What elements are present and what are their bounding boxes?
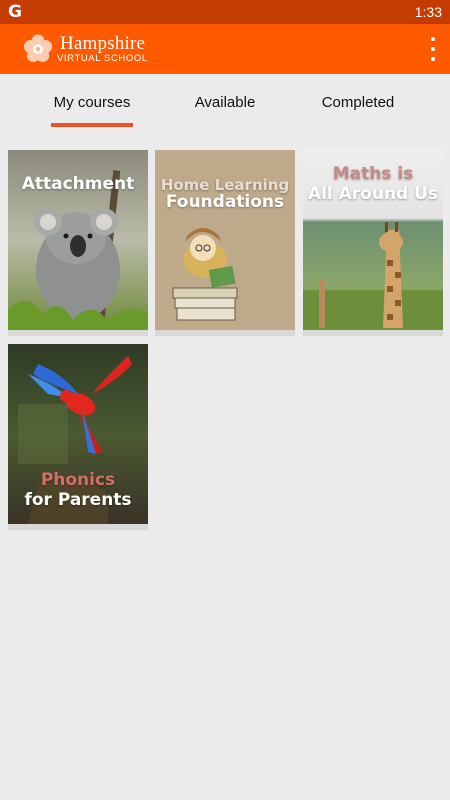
course-title-line1: Maths is	[332, 164, 414, 184]
course-title-line2: All Around Us	[307, 184, 439, 204]
course-title: Attachment	[21, 174, 135, 194]
course-title-line2: for Parents	[24, 490, 132, 510]
status-time: 1:33	[414, 4, 442, 20]
more-vertical-icon	[431, 37, 435, 41]
brand-title: Hampshire	[60, 33, 146, 54]
flower-logo-icon	[23, 34, 53, 62]
tab-label: Available	[194, 93, 256, 111]
tab-completed[interactable]: Completed	[296, 74, 420, 130]
brand-subtitle: VIRTUAL SCHOOL	[57, 53, 148, 64]
tab-label: Completed	[321, 93, 395, 111]
google-icon: G	[8, 2, 22, 22]
course-card-home-learning[interactable]: Home Learning Foundations	[155, 150, 295, 336]
tab-label: My courses	[53, 93, 131, 111]
course-card-maths[interactable]: Maths is All Around Us	[303, 150, 443, 336]
tab-my-courses[interactable]: My courses	[30, 74, 154, 130]
course-tabs: My courses Available Completed	[0, 74, 450, 130]
course-title-line2: Foundations	[165, 192, 285, 212]
tab-available[interactable]: Available	[163, 74, 287, 130]
course-title-line1: Phonics	[40, 470, 116, 490]
status-bar: G 1:33	[0, 0, 450, 24]
active-tab-indicator	[51, 123, 133, 127]
course-card-attachment[interactable]: Attachment	[8, 150, 148, 336]
course-card-phonics[interactable]: Phonics for Parents	[8, 344, 148, 530]
more-options-button[interactable]	[428, 37, 438, 61]
app-bar: Hampshire VIRTUAL SCHOOL	[0, 24, 450, 74]
